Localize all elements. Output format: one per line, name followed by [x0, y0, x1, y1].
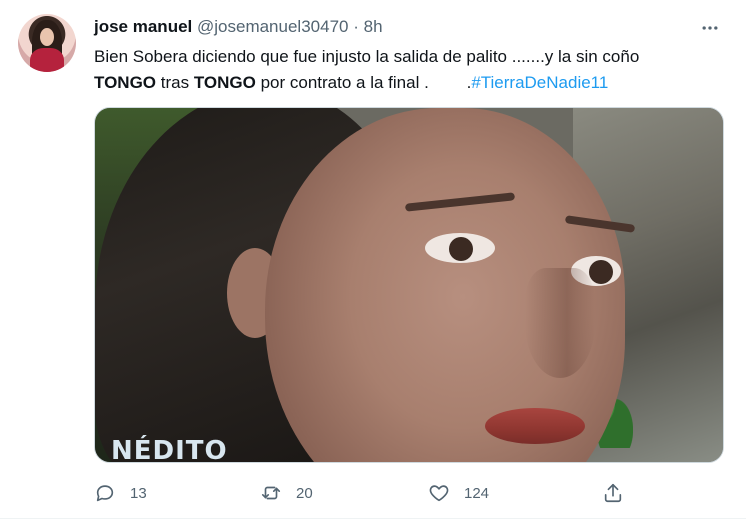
like-button[interactable]: 124 — [428, 478, 489, 508]
tweet-text-line1: Bien Sobera diciendo que fue injusto la … — [94, 47, 640, 66]
tweet[interactable]: jose manuel @josemanuel30470 · 8h Bien S… — [0, 0, 746, 519]
reply-button[interactable]: 13 — [94, 478, 147, 508]
tweet-header: jose manuel @josemanuel30470 · 8h — [94, 16, 383, 38]
like-count: 124 — [464, 484, 490, 502]
media-caption-fragment: NÉDITO — [111, 436, 228, 463]
tweet-text-bold2: TONGO — [193, 73, 256, 92]
heart-icon — [429, 485, 449, 502]
tweet-text-mid: tras — [156, 73, 194, 92]
tweet-text-tail: por contrato a la final . . — [255, 73, 472, 92]
reply-count: 13 — [130, 484, 147, 502]
more-horizontal-icon[interactable] — [696, 14, 724, 42]
tweet-timestamp[interactable]: 8h — [364, 17, 383, 36]
share-icon — [604, 483, 622, 503]
avatar[interactable] — [18, 14, 76, 72]
separator-dot: · — [353, 17, 359, 36]
media-iris-right — [589, 260, 613, 284]
avatar-body — [30, 48, 64, 72]
tweet-actions: 13 20 124 — [94, 478, 654, 508]
share-button[interactable] — [602, 478, 624, 508]
retweet-icon — [261, 486, 281, 500]
author-handle[interactable]: @josemanuel30470 — [197, 17, 348, 36]
media-iris-left — [449, 237, 473, 261]
reply-icon — [96, 485, 114, 502]
tweet-media-image[interactable]: NÉDITO — [94, 107, 724, 463]
retweet-count: 20 — [296, 484, 313, 502]
media-mouth — [485, 408, 585, 444]
tweet-text-bold1: TONGO — [94, 73, 157, 92]
avatar-face — [40, 28, 54, 46]
tweet-text: Bien Sobera diciendo que fue injusto la … — [94, 44, 714, 96]
retweet-button[interactable]: 20 — [260, 478, 313, 508]
media-nose — [525, 268, 595, 378]
author-name[interactable]: jose manuel — [94, 17, 192, 36]
media-eye-left — [425, 233, 495, 263]
hashtag-link[interactable]: #TierraDeNadie11 — [471, 73, 608, 92]
